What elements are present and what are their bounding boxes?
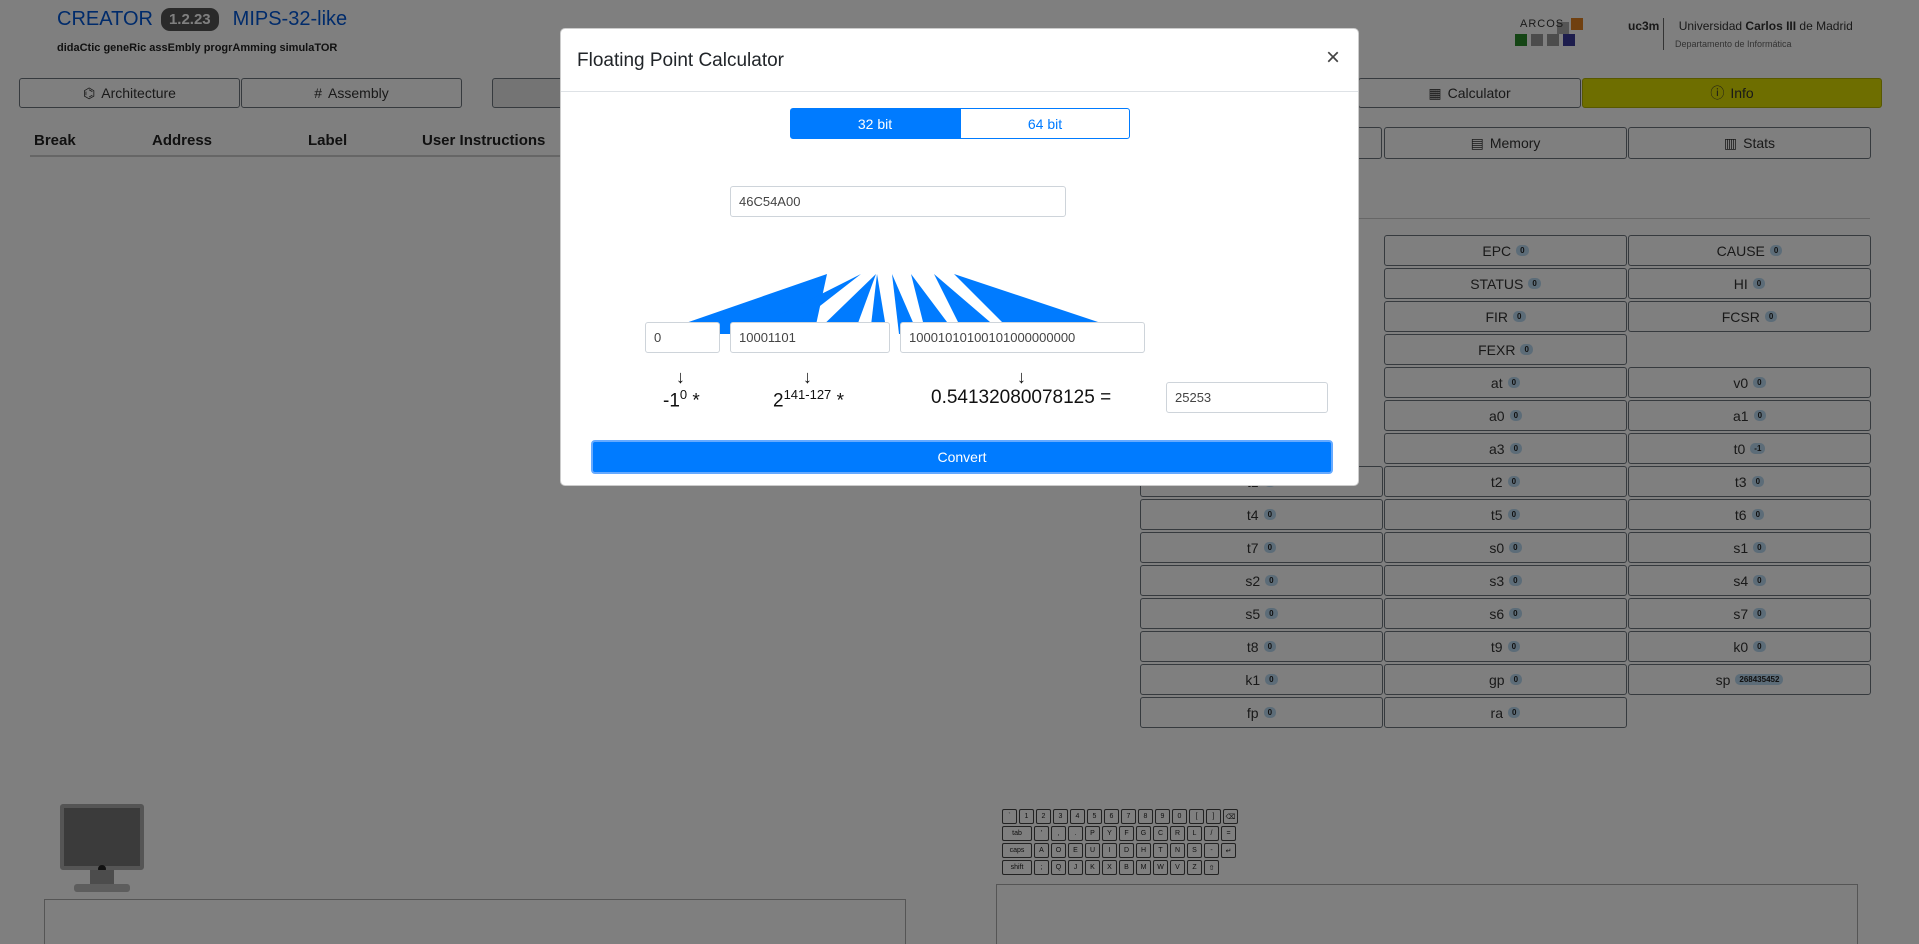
arrow-down-icon: ↓ bbox=[676, 367, 685, 387]
sign-formula: -10 * bbox=[663, 387, 700, 412]
close-icon[interactable]: × bbox=[1326, 46, 1340, 70]
decimal-input[interactable] bbox=[1166, 382, 1328, 413]
convert-button[interactable]: Convert bbox=[591, 440, 1333, 474]
arrow-down-icon: ↓ bbox=[803, 367, 812, 387]
bit-split-graphic bbox=[654, 274, 1134, 334]
modal-title: Floating Point Calculator bbox=[577, 50, 784, 71]
tab-32-bit[interactable]: 32 bit bbox=[790, 108, 960, 139]
exponent-input[interactable] bbox=[730, 322, 890, 353]
modal-header: Floating Point Calculator × bbox=[561, 29, 1358, 92]
mantissa-formula: 0.54132080078125 = bbox=[931, 387, 1112, 408]
arrow-down-icon: ↓ bbox=[1017, 367, 1026, 387]
mantissa-input[interactable] bbox=[900, 322, 1145, 353]
exponent-formula: 2141-127 * bbox=[773, 387, 844, 412]
floating-point-calculator-modal: Floating Point Calculator × 32 bit 64 bi… bbox=[560, 28, 1359, 486]
sign-input[interactable] bbox=[645, 322, 720, 353]
tab-64-bit[interactable]: 64 bit bbox=[960, 108, 1130, 139]
hex-input[interactable] bbox=[730, 186, 1066, 217]
